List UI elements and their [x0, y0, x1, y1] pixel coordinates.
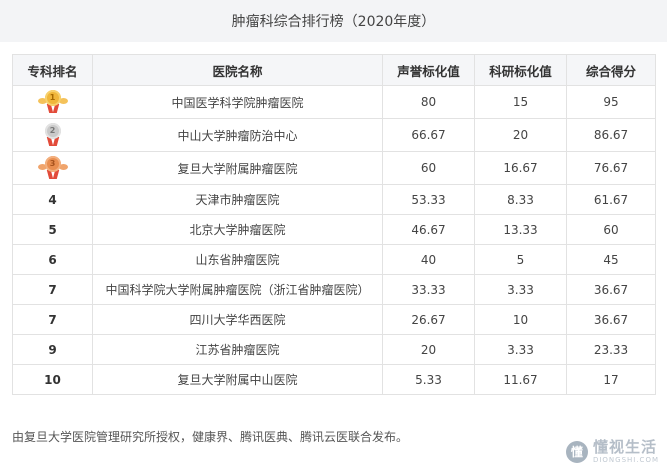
ranking-table: 专科排名 医院名称 声誉标化值 科研标化值 综合得分 1 中国医学科学院肿瘤医院 8… — [12, 54, 656, 395]
watermark-text: 懂视生活 DIONGSHI.COM — [593, 440, 659, 464]
table-row: 7 中国科学院大学附属肿瘤医院（浙江省肿瘤医院） 33.33 3.33 36.67 — [12, 274, 656, 305]
rank-cell: 3 — [12, 151, 93, 185]
score-cell: 95 — [566, 85, 656, 119]
score-cell: 36.67 — [566, 304, 656, 335]
ranking-table-container: 专科排名 医院名称 声誉标化值 科研标化值 综合得分 1 中国医学科学院肿瘤医院 8… — [12, 54, 656, 395]
rank-cell: 5 — [12, 214, 93, 245]
rank-cell: 4 — [12, 184, 93, 215]
table-row: 5 北京大学肿瘤医院 46.67 13.33 60 — [12, 214, 656, 245]
hospital-name-cell: 复旦大学附属中山医院 — [92, 364, 383, 395]
reputation-cell: 46.67 — [382, 214, 475, 245]
table-body: 1 中国医学科学院肿瘤医院 80 15 95 2 中山大学肿瘤防治中心 66.67 20 86.6… — [12, 85, 656, 395]
score-cell: 61.67 — [566, 184, 656, 215]
rank-cell: 7 — [12, 274, 93, 305]
research-cell: 20 — [474, 118, 567, 152]
header-score: 综合得分 — [566, 54, 656, 86]
research-cell: 13.33 — [474, 214, 567, 245]
watermark-name: 懂视生活 — [592, 438, 657, 456]
silver-medal-icon: 2 — [36, 122, 70, 148]
hospital-name-cell: 山东省肿瘤医院 — [92, 244, 383, 275]
rank-cell: 10 — [12, 364, 93, 395]
watermark-logo-icon: 懂 — [565, 441, 588, 463]
medal-rank-number: 1 — [44, 90, 61, 106]
score-cell: 17 — [566, 364, 656, 395]
table-row: 7 四川大学华西医院 26.67 10 36.67 — [12, 304, 656, 335]
hospital-name-cell: 中山大学肿瘤防治中心 — [92, 118, 383, 152]
research-cell: 15 — [474, 85, 567, 119]
score-cell: 60 — [566, 214, 656, 245]
rank-cell: 1 — [12, 85, 93, 119]
rank-cell: 6 — [12, 244, 93, 275]
research-cell: 3.33 — [474, 334, 567, 365]
score-cell: 45 — [566, 244, 656, 275]
header-hospital-name: 医院名称 — [92, 54, 383, 86]
source-footnote: 由复旦大学医院管理研究所授权，健康界、腾讯医典、腾讯云医联合发布。 — [12, 430, 409, 444]
hospital-name-cell: 中国科学院大学附属肿瘤医院（浙江省肿瘤医院） — [92, 274, 383, 305]
table-row: 3 复旦大学附属肿瘤医院 60 16.67 76.67 — [12, 151, 656, 185]
research-cell: 3.33 — [474, 274, 567, 305]
hospital-name-cell: 江苏省肿瘤医院 — [92, 334, 383, 365]
table-row: 4 天津市肿瘤医院 53.33 8.33 61.67 — [12, 184, 656, 215]
reputation-cell: 5.33 — [382, 364, 475, 395]
medal-rank-number: 2 — [44, 123, 61, 139]
rank-cell: 9 — [12, 334, 93, 365]
hospital-name-cell: 天津市肿瘤医院 — [92, 184, 383, 215]
reputation-cell: 20 — [382, 334, 475, 365]
score-cell: 86.67 — [566, 118, 656, 152]
hospital-name-cell: 北京大学肿瘤医院 — [92, 214, 383, 245]
header-research: 科研标化值 — [474, 54, 567, 86]
table-title-bar: 肿瘤科综合排行榜（2020年度） — [0, 0, 667, 42]
site-watermark: 懂 懂视生活 DIONGSHI.COM — [565, 440, 659, 464]
table-row: 6 山东省肿瘤医院 40 5 45 — [12, 244, 656, 275]
gold-medal-icon: 1 — [36, 89, 70, 115]
reputation-cell: 60 — [382, 151, 475, 185]
table-row: 1 中国医学科学院肿瘤医院 80 15 95 — [12, 85, 656, 119]
rank-cell: 7 — [12, 304, 93, 335]
rank-cell: 2 — [12, 118, 93, 152]
reputation-cell: 40 — [382, 244, 475, 275]
hospital-name-cell: 四川大学华西医院 — [92, 304, 383, 335]
bronze-medal-icon: 3 — [36, 155, 70, 181]
medal-rank-number: 3 — [44, 156, 61, 172]
research-cell: 8.33 — [474, 184, 567, 215]
reputation-cell: 33.33 — [382, 274, 475, 305]
research-cell: 10 — [474, 304, 567, 335]
table-title: 肿瘤科综合排行榜（2020年度） — [231, 14, 436, 30]
reputation-cell: 53.33 — [382, 184, 475, 215]
score-cell: 76.67 — [566, 151, 656, 185]
reputation-cell: 26.67 — [382, 304, 475, 335]
hospital-name-cell: 中国医学科学院肿瘤医院 — [92, 85, 383, 119]
hospital-name-cell: 复旦大学附属肿瘤医院 — [92, 151, 383, 185]
score-cell: 36.67 — [566, 274, 656, 305]
table-row: 2 中山大学肿瘤防治中心 66.67 20 86.67 — [12, 118, 656, 152]
header-rank: 专科排名 — [12, 54, 93, 86]
research-cell: 16.67 — [474, 151, 567, 185]
table-header-row: 专科排名 医院名称 声誉标化值 科研标化值 综合得分 — [12, 54, 656, 86]
research-cell: 5 — [474, 244, 567, 275]
score-cell: 23.33 — [566, 334, 656, 365]
table-row: 9 江苏省肿瘤医院 20 3.33 23.33 — [12, 334, 656, 365]
reputation-cell: 66.67 — [382, 118, 475, 152]
reputation-cell: 80 — [382, 85, 475, 119]
table-row: 10 复旦大学附属中山医院 5.33 11.67 17 — [12, 364, 656, 395]
watermark-domain: DIONGSHI.COM — [592, 456, 659, 464]
research-cell: 11.67 — [474, 364, 567, 395]
header-reputation: 声誉标化值 — [382, 54, 475, 86]
